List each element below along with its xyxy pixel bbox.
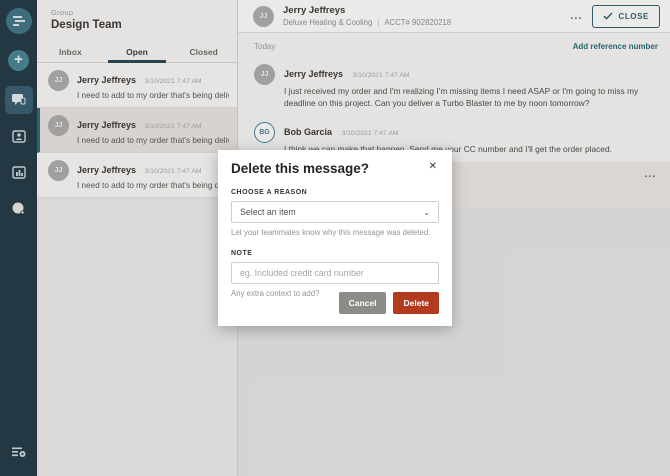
note-field-label: NOTE	[231, 250, 439, 257]
reason-field-label: CHOOSE A REASON	[231, 189, 439, 196]
dialog-title: Delete this message?	[231, 161, 369, 176]
chevron-down-icon: ⌄	[423, 208, 430, 217]
reason-select-value: Select an item	[240, 207, 296, 217]
delete-message-dialog: Delete this message? ✕ CHOOSE A REASON S…	[218, 150, 452, 326]
cancel-button[interactable]: Cancel	[339, 292, 387, 314]
delete-button[interactable]: Delete	[393, 292, 439, 314]
close-icon[interactable]: ✕	[427, 161, 439, 173]
app-window: +	[0, 0, 670, 476]
note-input[interactable]	[231, 262, 439, 284]
reason-helper-text: Let your teammates know why this message…	[231, 228, 439, 237]
reason-select[interactable]: Select an item ⌄	[231, 201, 439, 223]
